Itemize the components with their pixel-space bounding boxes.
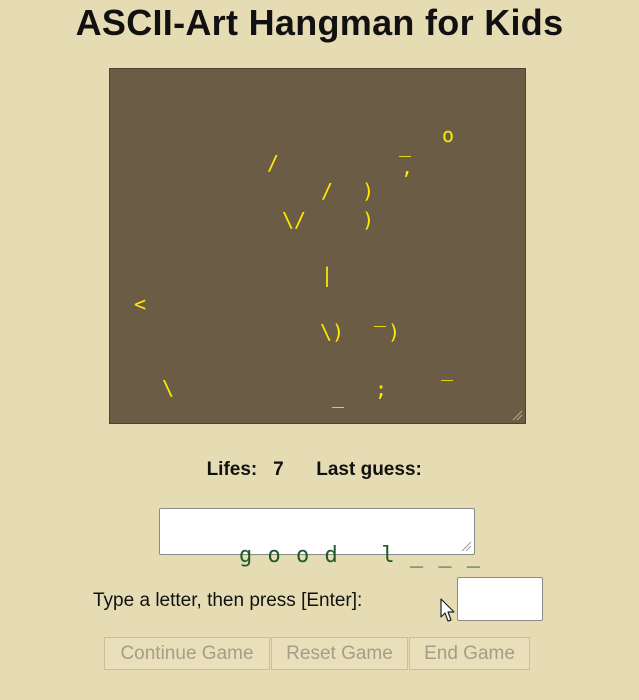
resize-grip-icon[interactable]: [460, 540, 472, 552]
game-status: Lifes: 7 Last guess:: [0, 459, 639, 481]
letter-prompt-label: Type a letter, then press [Enter]:: [93, 590, 363, 611]
art-char: ,: [401, 155, 414, 179]
end-game-button[interactable]: End Game: [409, 637, 530, 670]
mouse-cursor-icon: [440, 598, 455, 622]
art-char: \): [320, 320, 345, 344]
word-display: g o o d l _ _ _: [159, 508, 480, 568]
lifes-label: Lifes:: [206, 459, 258, 480]
button-row: Continue Game Reset Game End Game: [104, 637, 531, 670]
art-char: o: [442, 123, 455, 147]
art-char: ): [362, 208, 375, 232]
art-char: \/: [282, 208, 307, 232]
reset-game-button[interactable]: Reset Game: [271, 637, 408, 670]
page-title: ASCII-Art Hangman for Kids: [75, 2, 564, 43]
last-guess-label: Last guess:: [316, 459, 422, 480]
art-char: |: [321, 263, 334, 287]
continue-game-button[interactable]: Continue Game: [104, 637, 270, 670]
art-char: _: [441, 357, 454, 381]
hangman-page: ASCII-Art Hangman for Kids _ o / , / ) \…: [0, 0, 639, 700]
art-char: /: [267, 151, 280, 175]
word-display-text: g o o d l _ _ _: [238, 543, 482, 568]
art-char: _: [374, 303, 387, 327]
ascii-art-panel: _ o / , / ) \/ ) | < _ \) ) _ \ _ ;: [109, 68, 526, 424]
letter-input[interactable]: [457, 577, 543, 621]
art-char: \: [162, 376, 175, 400]
resize-grip-icon[interactable]: [511, 409, 523, 421]
art-char: ;: [375, 377, 388, 401]
art-char: _: [332, 384, 345, 408]
art-char: /: [321, 179, 334, 203]
art-char: ): [388, 320, 401, 344]
art-char: ): [362, 179, 375, 203]
art-char: <: [134, 292, 147, 316]
lifes-value: 7: [273, 459, 284, 480]
art-char: _: [399, 133, 412, 157]
